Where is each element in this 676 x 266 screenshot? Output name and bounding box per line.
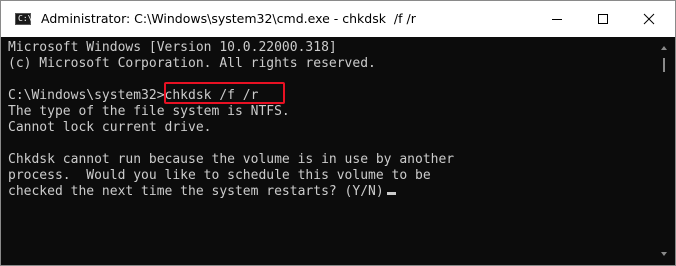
cmd-icon[interactable]: C:\ [15, 13, 33, 25]
command-highlight-box [164, 82, 285, 104]
console-line: process. Would you like to schedule this… [8, 168, 431, 183]
console-output[interactable]: Microsoft Windows [Version 10.0.22000.31… [8, 40, 648, 260]
cmd-window: C:\ Administrator: C:\Windows\system32\c… [0, 0, 676, 266]
command-line: C:\Windows\system32>chkdsk /f /r [8, 88, 259, 103]
maximize-button[interactable] [580, 1, 626, 37]
scroll-down-icon[interactable] [661, 252, 667, 256]
vertical-scrollbar[interactable] [656, 38, 673, 264]
text-cursor [386, 192, 396, 195]
console-line: (c) Microsoft Corporation. All rights re… [8, 56, 376, 71]
console-line: Cannot lock current drive. [8, 120, 212, 135]
maximize-icon [598, 14, 608, 24]
minimize-button[interactable] [534, 1, 580, 37]
console-line: The type of the file system is NTFS. [8, 104, 290, 119]
title-bar[interactable]: C:\ Administrator: C:\Windows\system32\c… [1, 1, 675, 37]
close-icon [643, 13, 655, 25]
prompt-text: checked the next time the system restart… [8, 184, 384, 199]
console-line: Microsoft Windows [Version 10.0.22000.31… [8, 40, 337, 55]
close-button[interactable] [626, 1, 672, 37]
minimize-icon [552, 19, 562, 20]
scrollbar-thumb[interactable] [663, 58, 665, 72]
window-title: Administrator: C:\Windows\system32\cmd.e… [41, 11, 416, 26]
console-line: Chkdsk cannot run because the volume is … [8, 152, 455, 167]
prompt-line: checked the next time the system restart… [8, 184, 648, 200]
cmd-icon-text: C:\ [18, 14, 33, 23]
scroll-up-icon[interactable] [661, 46, 667, 50]
